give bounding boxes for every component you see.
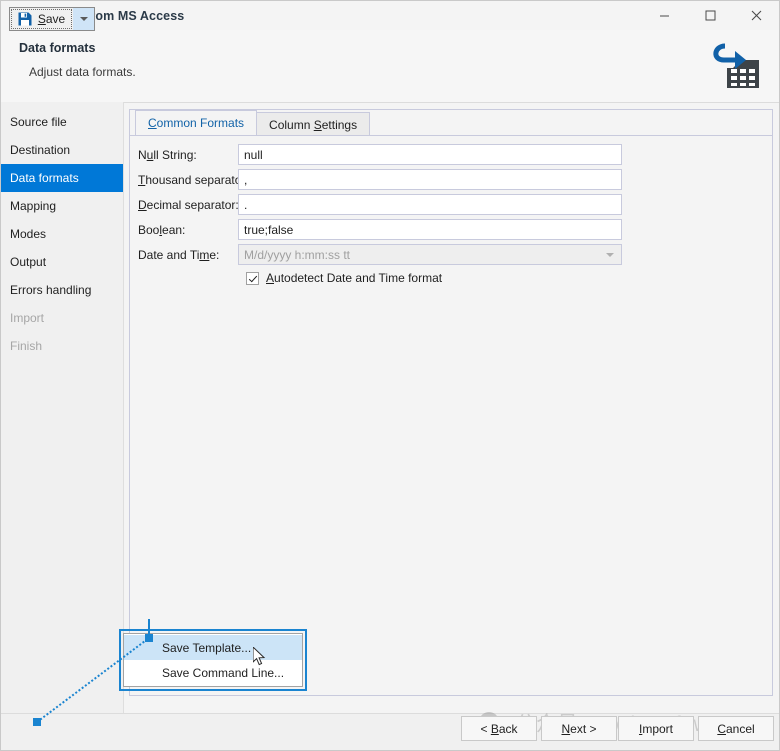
- sidebar-item-source-file[interactable]: Source file: [1, 108, 123, 136]
- tab-label: Common Formats: [148, 116, 245, 130]
- null-string-label: Null String:: [138, 147, 197, 162]
- save-context-menu: Save Template... Save Command Line...: [123, 633, 303, 687]
- minimize-icon: [659, 15, 669, 17]
- sidebar-item-modes[interactable]: Modes: [1, 220, 123, 248]
- sidebar-item-label: Errors handling: [10, 283, 92, 297]
- field-row-null-string: Null String:: [130, 144, 772, 165]
- date-and-time-combobox[interactable]: M/d/yyyy h:mm:ss tt: [238, 244, 622, 265]
- boolean-input[interactable]: [238, 219, 622, 240]
- back-button-label: < Back: [480, 721, 518, 736]
- sidebar-item-data-formats[interactable]: Data formats: [1, 164, 123, 192]
- field-row-date-and-time: Date and Time: M/d/yyyy h:mm:ss tt: [130, 244, 772, 265]
- sidebar-item-label: Mapping: [10, 199, 57, 213]
- date-and-time-label: Date and Time:: [138, 247, 220, 262]
- floppy-disk-icon: [18, 12, 32, 26]
- sidebar-item-mapping[interactable]: Mapping: [1, 192, 123, 220]
- data-import-icon: [707, 38, 763, 94]
- page-header: Data formats Adjust data formats.: [1, 30, 779, 103]
- autodetect-checkbox[interactable]: [246, 271, 259, 285]
- import-button-label: Import: [638, 721, 674, 736]
- sidebar-item-label: Data formats: [10, 171, 79, 185]
- tab-common-formats[interactable]: Common Formats: [135, 110, 258, 136]
- tab-column-settings[interactable]: Column Settings: [256, 112, 371, 136]
- sidebar-item-label: Destination: [10, 143, 71, 157]
- decimal-separator-input[interactable]: [238, 194, 622, 215]
- sidebar-item-label: Import: [10, 311, 45, 325]
- content-panel: Common Formats Column Settings Null Stri…: [129, 109, 773, 696]
- cancel-button-label: Cancel: [717, 721, 755, 736]
- sidebar-nav: Source file Destination Data formats Map…: [1, 102, 124, 713]
- date-and-time-value: M/d/yyyy h:mm:ss tt: [244, 247, 351, 262]
- tab-label: Column Settings: [269, 117, 358, 132]
- field-row-boolean: Boolean:: [130, 219, 772, 240]
- sidebar-item-label: Output: [10, 255, 47, 269]
- field-row-decimal-separator: Decimal separator:: [130, 194, 772, 215]
- menu-item-label: Save Command Line...: [162, 665, 285, 680]
- chevron-down-icon: [79, 17, 88, 21]
- save-dropdown-button[interactable]: [73, 7, 95, 31]
- save-button-label: Save: [37, 12, 66, 26]
- save-button[interactable]: Save: [9, 7, 74, 31]
- app-window: Data Import from MS Access Data formats …: [0, 0, 780, 751]
- maximize-button[interactable]: [687, 1, 733, 30]
- null-string-input[interactable]: [238, 144, 622, 165]
- autodetect-label: Autodetect Date and Time format: [266, 271, 443, 285]
- thousand-separator-input[interactable]: [238, 169, 622, 190]
- autodetect-row: Autodetect Date and Time format: [130, 271, 772, 285]
- window-controls: [641, 1, 779, 30]
- sidebar-item-label: Modes: [10, 227, 47, 241]
- title-bar: Data Import from MS Access: [1, 1, 779, 30]
- maximize-icon: [705, 10, 715, 21]
- tab-strip: Common Formats Column Settings: [130, 110, 772, 136]
- sidebar-item-destination[interactable]: Destination: [1, 136, 123, 164]
- back-button[interactable]: < Back: [461, 716, 537, 741]
- thousand-separator-label: Thousand separator:: [138, 172, 249, 187]
- sidebar-item-output[interactable]: Output: [1, 248, 123, 276]
- decimal-separator-label: Decimal separator:: [138, 197, 239, 212]
- close-icon: [751, 10, 761, 21]
- menu-item-save-template[interactable]: Save Template...: [124, 635, 302, 660]
- sidebar-item-import: Import: [1, 304, 123, 332]
- cancel-button[interactable]: Cancel: [698, 716, 774, 741]
- page-subtitle: Adjust data formats.: [29, 65, 136, 79]
- minimize-button[interactable]: [641, 1, 687, 30]
- sidebar-item-finish: Finish: [1, 332, 123, 360]
- sidebar-item-errors-handling[interactable]: Errors handling: [1, 276, 123, 304]
- field-row-thousand-separator: Thousand separator:: [130, 169, 772, 190]
- boolean-label: Boolean:: [138, 222, 186, 237]
- next-button[interactable]: Next >: [541, 716, 617, 741]
- import-button[interactable]: Import: [618, 716, 694, 741]
- next-button-label: Next >: [561, 721, 597, 736]
- sidebar-item-label: Finish: [10, 339, 43, 353]
- sidebar-item-label: Source file: [10, 115, 67, 129]
- common-formats-form: Null String: Thousand separator: Decimal…: [130, 144, 772, 285]
- close-button[interactable]: [733, 1, 779, 30]
- menu-item-label: Save Template...: [162, 640, 252, 655]
- tab-underline: [130, 135, 772, 136]
- menu-item-save-command-line[interactable]: Save Command Line...: [124, 660, 302, 685]
- page-title: Data formats: [19, 41, 96, 55]
- chevron-down-icon: [606, 252, 614, 257]
